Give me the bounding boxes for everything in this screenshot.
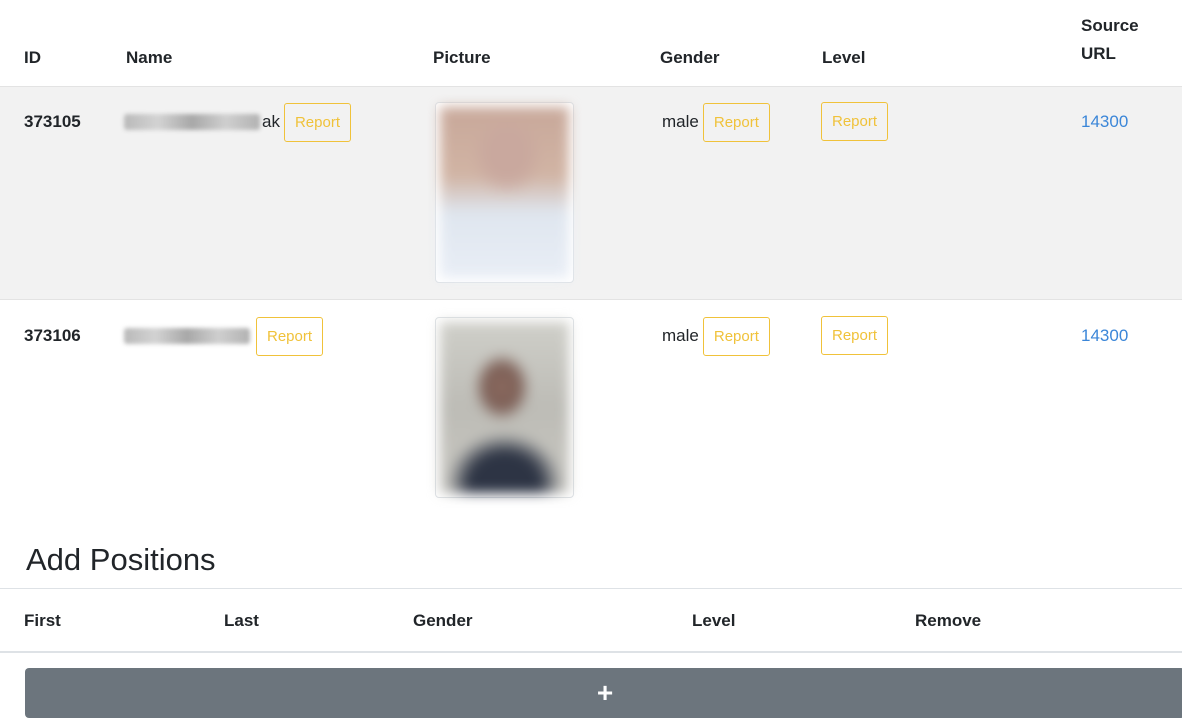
positions-header-remove: Remove — [915, 611, 982, 630]
header-name: Name — [126, 48, 173, 67]
header-picture: Picture — [433, 48, 491, 67]
person-photo — [440, 322, 569, 493]
row-gender: male Report — [662, 102, 770, 142]
person-photo — [440, 107, 569, 278]
report-level-button[interactable]: Report — [821, 102, 889, 141]
row-level: Report — [821, 102, 889, 141]
row-gender: male Report — [662, 316, 770, 356]
name-redacted — [124, 114, 260, 130]
report-gender-button[interactable]: Report — [702, 102, 770, 142]
header-gender: Gender — [660, 48, 720, 67]
report-level-button[interactable]: Report — [821, 316, 889, 355]
add-position-button[interactable]: + — [25, 668, 1182, 718]
row-name: Report — [124, 316, 324, 356]
header-source-url-line2: URL — [1081, 43, 1116, 63]
header-id: ID — [24, 48, 41, 67]
positions-header-level: Level — [692, 611, 736, 630]
header-source-url: Source URL — [1081, 14, 1139, 66]
report-name-button[interactable]: Report — [283, 102, 351, 142]
name-redacted — [124, 328, 250, 344]
name-visible-suffix: ak — [262, 112, 280, 131]
picture-thumbnail[interactable] — [435, 102, 574, 283]
row-id: 373105 — [24, 112, 81, 131]
add-positions-title: Add Positions — [26, 542, 216, 577]
positions-header-last: Last — [224, 611, 259, 630]
row-name: ak Report — [124, 102, 351, 142]
positions-header-gender: Gender — [413, 611, 473, 630]
positions-header-divider — [0, 651, 1182, 653]
gender-value: male — [662, 326, 699, 345]
gender-value: male — [662, 112, 699, 131]
header-source-url-line1: Source — [1081, 16, 1139, 35]
row-id: 373106 — [24, 326, 81, 345]
source-url-link[interactable]: 14300 — [1081, 112, 1128, 132]
report-name-button[interactable]: Report — [256, 316, 324, 356]
header-level: Level — [822, 48, 866, 67]
positions-divider — [0, 588, 1182, 589]
picture-thumbnail[interactable] — [435, 317, 574, 498]
row-level: Report — [821, 316, 889, 355]
source-url-link[interactable]: 14300 — [1081, 326, 1128, 346]
report-gender-button[interactable]: Report — [702, 316, 770, 356]
positions-header-first: First — [24, 611, 61, 630]
